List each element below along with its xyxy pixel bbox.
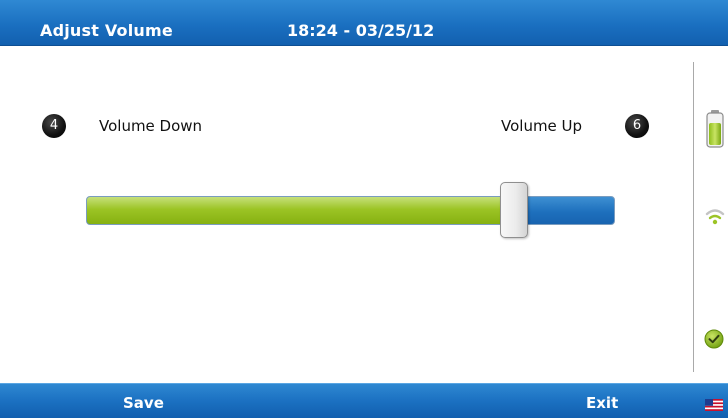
side-divider xyxy=(693,62,694,372)
footer-bar: Save Exit xyxy=(0,383,728,418)
page-title: Adjust Volume xyxy=(40,21,173,40)
volume-slider-fill xyxy=(87,197,515,224)
us-flag-icon[interactable] xyxy=(705,396,723,415)
save-button[interactable]: Save xyxy=(123,393,164,413)
volume-up-label: Volume Up xyxy=(501,117,583,135)
volume-down-key-badge: 4 xyxy=(42,114,66,138)
exit-button[interactable]: Exit xyxy=(586,393,618,413)
check-circle-icon xyxy=(704,329,724,353)
volume-down-label: Volume Down xyxy=(99,117,203,135)
datetime-display: 18:24 - 03/25/12 xyxy=(287,21,435,40)
volume-slider-track[interactable] xyxy=(86,196,615,225)
battery-full-icon xyxy=(705,109,725,153)
volume-up-key-badge: 6 xyxy=(625,114,649,138)
main-content: 4 Volume Down Volume Up 6 xyxy=(0,46,728,383)
wifi-icon xyxy=(705,206,725,234)
volume-slider-thumb[interactable] xyxy=(500,182,528,238)
header-bar: Adjust Volume 18:24 - 03/25/12 xyxy=(0,0,728,46)
